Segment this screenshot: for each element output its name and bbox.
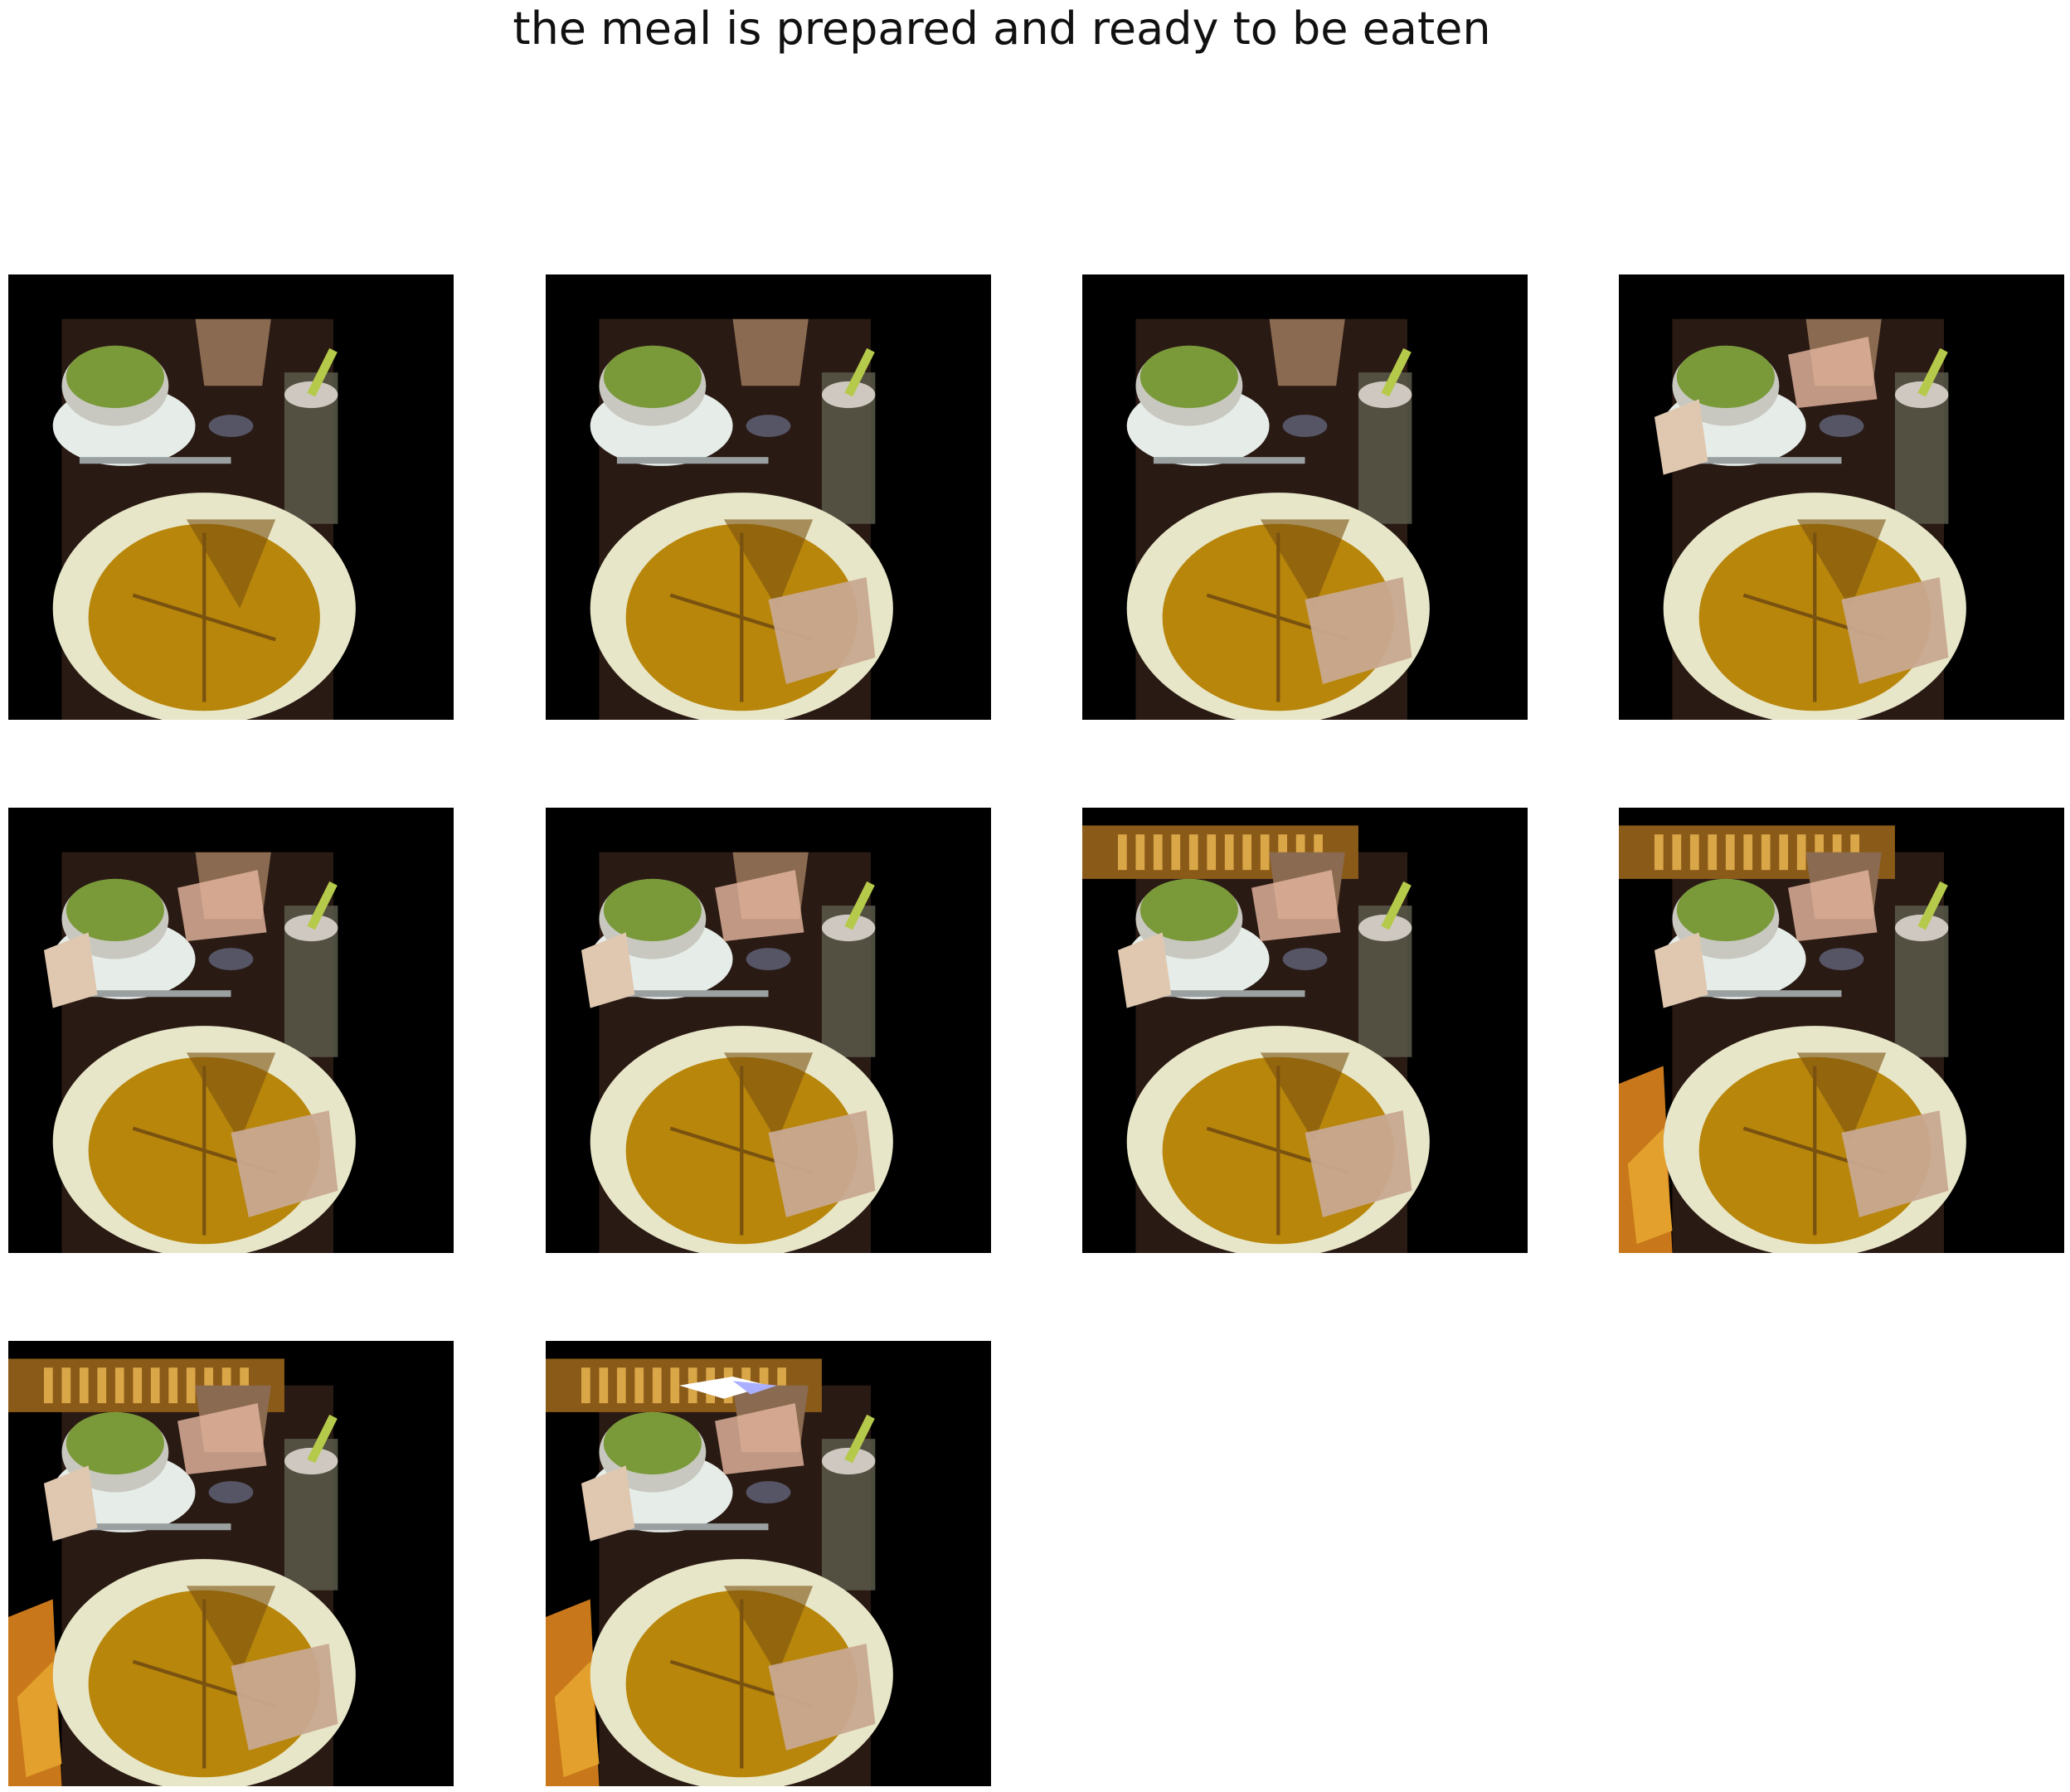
- image-frame-8: [1619, 808, 2064, 1253]
- image-frame-9: [8, 1341, 454, 1786]
- image-frame-5: [8, 808, 454, 1253]
- image-frame-7: [1082, 808, 1528, 1253]
- figure-title: the meal is prepared and ready to be eat…: [513, 2, 1491, 55]
- image-frame-1: [8, 274, 454, 720]
- image-frame-4: [1619, 274, 2064, 720]
- image-frame-6: [546, 808, 991, 1253]
- image-frame-10: [546, 1341, 991, 1786]
- image-frame-2: [546, 274, 991, 720]
- image-frame-3: [1082, 274, 1528, 720]
